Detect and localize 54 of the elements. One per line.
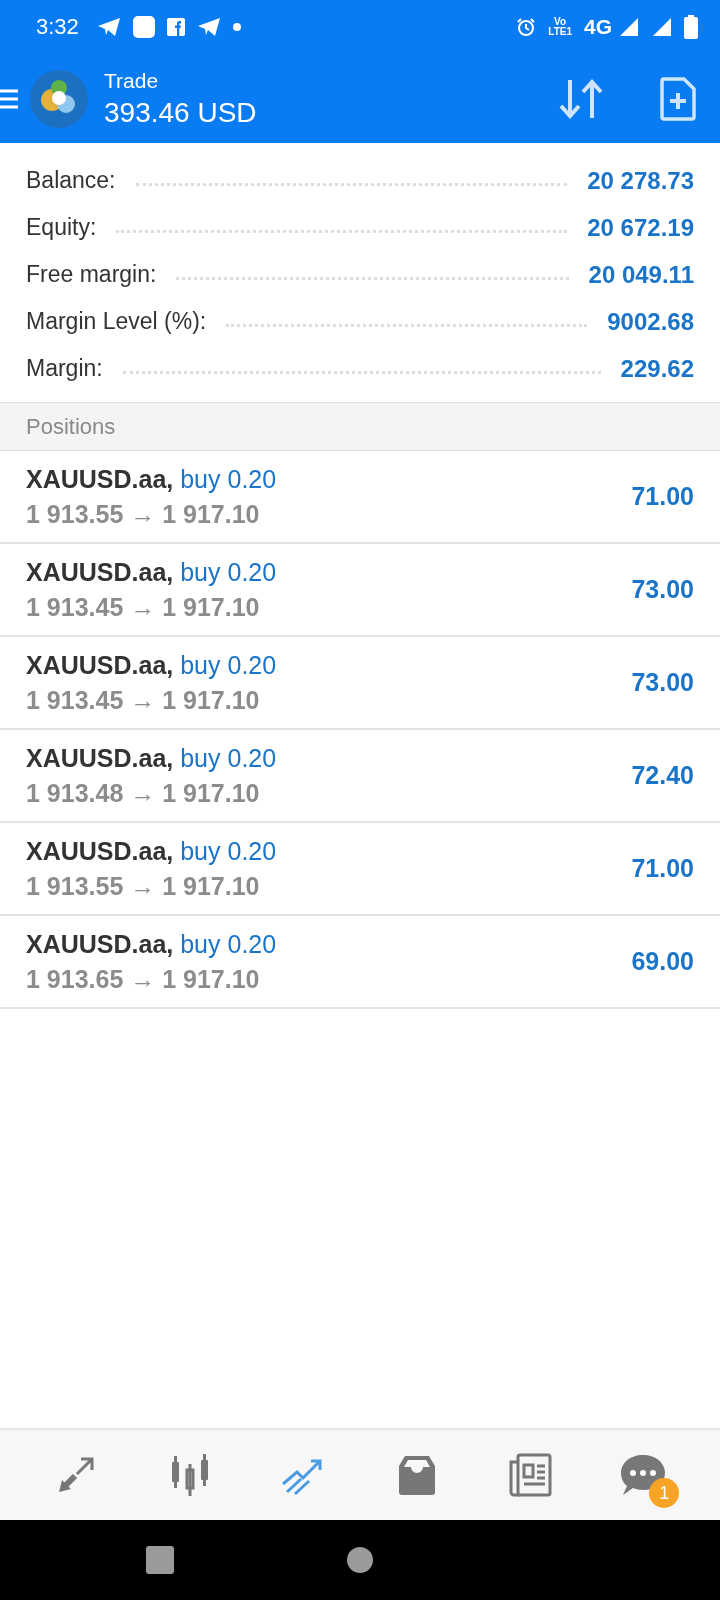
app-icon [132, 16, 155, 38]
position-row[interactable]: XAUUSD.aa, buy 0.20 1 913.45 → 1 917.10 73.00 [0, 544, 720, 637]
position-prices: 1 913.65 → 1 917.10 [26, 964, 261, 994]
position-profit: 73.00 [631, 668, 694, 697]
summary-value: 9002.68 [607, 307, 694, 336]
summary-value: 20 049.11 [588, 260, 694, 289]
position-prices: 1 913.48 → 1 917.10 [26, 778, 261, 808]
app-logo-icon [30, 69, 88, 128]
summary-label: Margin Level (%): [26, 308, 207, 335]
summary-label: Margin: [26, 355, 103, 382]
position-profit: 71.00 [631, 482, 694, 511]
telegram-icon [196, 17, 221, 37]
position-title: XAUUSD.aa, buy 0.20 [26, 836, 278, 866]
position-prices: 1 913.55 → 1 917.10 [26, 499, 261, 529]
total-profit: 393.46 USD [104, 96, 258, 129]
notification-badge: 1 [649, 1478, 680, 1508]
battery-icon [684, 15, 698, 39]
summary-label: Equity: [26, 214, 97, 241]
network-label: 4G [584, 15, 612, 39]
position-title: XAUUSD.aa, buy 0.20 [26, 650, 278, 680]
summary-value: 20 278.73 [587, 166, 694, 195]
volte-label: Vo LTE1 [548, 17, 572, 37]
signal-icon [618, 17, 640, 37]
position-profit: 72.40 [631, 761, 694, 790]
position-title: XAUUSD.aa, buy 0.20 [26, 929, 278, 959]
position-row[interactable]: XAUUSD.aa, buy 0.20 1 913.45 → 1 917.10 73.00 [0, 637, 720, 730]
menu-icon[interactable] [0, 87, 18, 110]
facebook-icon [166, 18, 185, 36]
position-row[interactable]: XAUUSD.aa, buy 0.20 1 913.55 → 1 917.10 71.00 [0, 823, 720, 916]
summary-label: Free margin: [26, 261, 157, 288]
alarm-icon [516, 17, 537, 37]
home-icon[interactable] [346, 1546, 374, 1574]
signal-icon [652, 17, 672, 37]
position-profit: 73.00 [631, 575, 694, 604]
position-profit: 69.00 [631, 947, 694, 976]
status-time: 3:32 [36, 14, 79, 40]
telegram-icon [96, 17, 121, 37]
dot-icon [232, 23, 241, 31]
summary-value: 20 672.19 [587, 213, 694, 242]
section-title: Positions [26, 413, 116, 440]
position-row[interactable]: XAUUSD.aa, buy 0.20 1 913.55 → 1 917.10 71.00 [0, 451, 720, 544]
position-title: XAUUSD.aa, buy 0.20 [26, 743, 278, 773]
position-title: XAUUSD.aa, buy 0.20 [26, 464, 278, 494]
position-row[interactable]: XAUUSD.aa, buy 0.20 1 913.65 → 1 917.10 69.00 [0, 916, 720, 1009]
screen-title: Trade [104, 68, 160, 93]
position-prices: 1 913.45 → 1 917.10 [26, 592, 261, 622]
new-order-icon[interactable] [660, 76, 696, 121]
position-title: XAUUSD.aa, buy 0.20 [26, 557, 278, 587]
summary-label: Balance: [26, 167, 116, 194]
summary-value: 229.62 [620, 354, 694, 383]
position-prices: 1 913.55 → 1 917.10 [26, 871, 261, 901]
position-profit: 71.00 [631, 854, 694, 883]
position-row[interactable]: XAUUSD.aa, buy 0.20 1 913.48 → 1 917.10 72.40 [0, 730, 720, 823]
position-prices: 1 913.45 → 1 917.10 [26, 685, 261, 715]
